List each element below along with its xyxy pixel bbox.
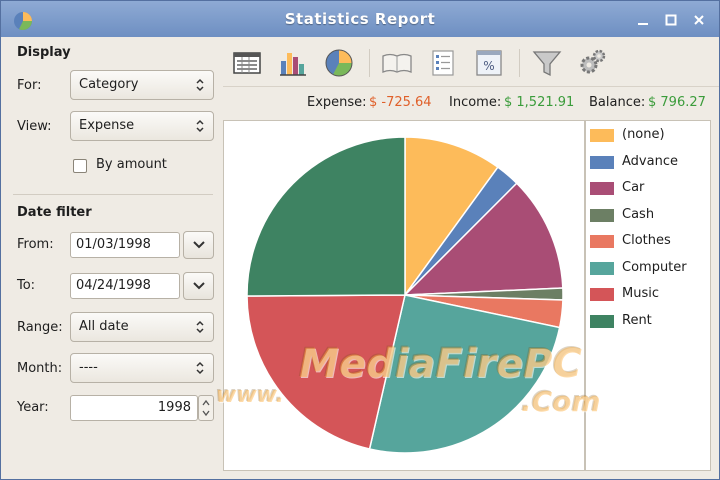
legend-swatch [590,129,614,142]
month-select-value: ---- [79,360,98,375]
balance-label: Balance: [589,95,646,110]
balance-value: $ 796.27 [648,95,706,110]
toolbar: % [223,39,719,87]
title-bar[interactable]: Statistics Report [1,1,719,37]
up-down-arrows-icon [196,320,204,334]
month-label: Month: [17,361,63,376]
to-date-input[interactable]: 04/24/1998 [70,273,180,299]
by-amount-label: By amount [96,157,167,172]
date-filter-heading: Date filter [17,205,92,220]
legend-label: Car [622,180,645,195]
percent-icon[interactable]: % [471,45,507,81]
list-view-icon[interactable] [229,45,265,81]
checklist-icon[interactable] [425,45,461,81]
for-select-value: Category [79,77,139,92]
chevron-down-icon [193,282,205,290]
minimize-icon[interactable] [635,12,651,28]
pie-chart [246,136,564,454]
view-select-value: Expense [79,118,135,133]
for-label: For: [17,78,42,93]
legend-label: Computer [622,259,687,275]
by-amount-checkbox[interactable] [73,159,87,173]
view-select[interactable]: Expense [70,111,214,141]
summary-bar: Expense: $ -725.64 Income: $ 1,521.91 Ba… [223,89,719,117]
maximize-icon[interactable] [663,12,679,28]
from-label: From: [17,237,54,252]
to-date-dropdown[interactable] [183,272,214,300]
legend-swatch [590,261,614,275]
legend-swatch [590,155,614,169]
legend-swatch [590,288,614,301]
range-label: Range: [17,320,63,335]
year-spin-input[interactable]: 1998 [70,395,198,421]
to-label: To: [17,278,36,293]
up-down-arrows-icon [196,361,204,375]
bar-chart-icon[interactable] [275,45,311,81]
chart-legend: (none) Advance Car Cash Clothes Computer Music… [585,120,711,471]
toolbar-separator [369,49,370,77]
income-value: $ 1,521.91 [504,95,575,110]
book-icon[interactable] [379,45,415,81]
view-label: View: [17,119,52,134]
for-select[interactable]: Category [70,70,214,100]
legend-label: Advance [622,153,678,169]
pie-chart-icon[interactable] [321,45,357,81]
window-title: Statistics Report [284,10,436,28]
legend-swatch [590,314,614,328]
legend-label: Clothes [622,233,671,248]
statistics-window: Statistics Report Display For: Category … [0,0,720,480]
legend-label: Cash [622,206,655,222]
filter-icon[interactable] [529,45,565,81]
toolbar-separator [519,49,520,77]
svg-text:%: % [483,59,494,73]
legend-swatch [590,208,614,222]
chevron-down-icon [193,241,205,249]
divider [13,194,213,195]
filter-panel: Display For: Category View: Expense By a… [7,39,221,469]
from-date-input[interactable]: 01/03/1998 [70,232,180,258]
income-label: Income: [449,95,502,110]
legend-label: (none) [622,127,665,142]
display-heading: Display [17,45,71,60]
expense-label: Expense: [307,95,367,110]
year-label: Year: [17,400,49,415]
up-down-arrows-icon [196,78,204,92]
up-down-arrows-icon [202,399,210,417]
legend-swatch [590,182,614,195]
close-icon[interactable] [691,12,707,28]
up-down-arrows-icon [196,119,204,133]
legend-swatch [590,235,614,248]
pie-slice-rent [246,136,406,297]
from-date-dropdown[interactable] [183,231,214,259]
year-spin-buttons[interactable] [198,395,214,421]
pie-chart-area [223,120,585,471]
expense-value: $ -725.64 [369,95,432,110]
legend-label: Music [622,286,659,301]
settings-icon[interactable] [575,45,611,81]
legend-label: Rent [622,312,652,328]
month-select[interactable]: ---- [70,353,214,383]
range-select-value: All date [79,319,129,334]
range-select[interactable]: All date [70,312,214,342]
